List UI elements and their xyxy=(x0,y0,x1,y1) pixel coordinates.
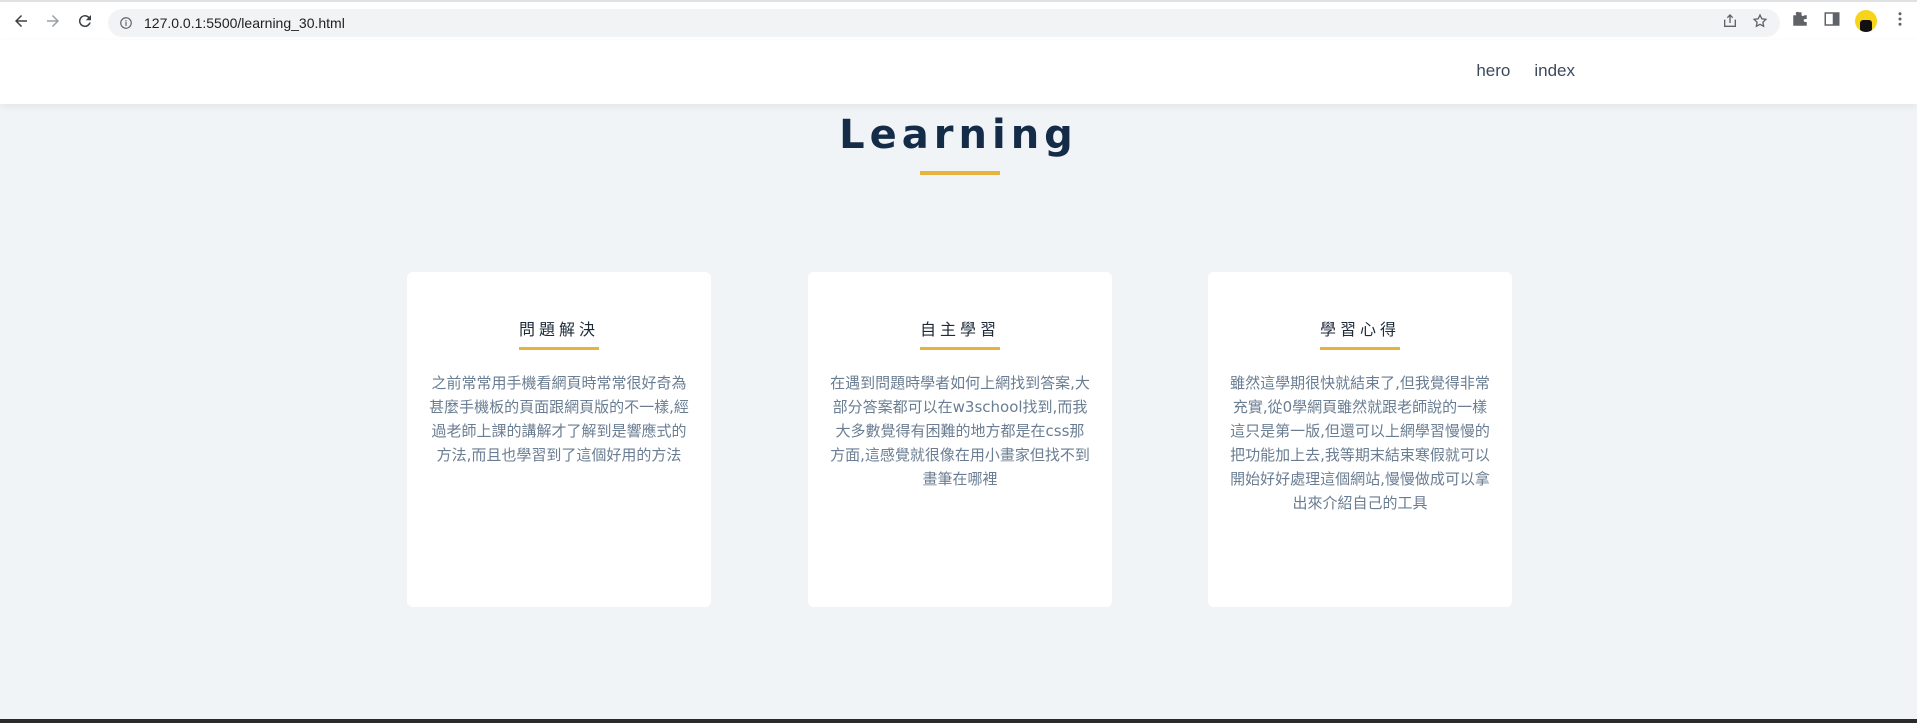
back-arrow-icon[interactable] xyxy=(6,6,36,36)
bottom-border xyxy=(0,719,1917,723)
nav-link-index[interactable]: index xyxy=(1534,61,1575,81)
section-title: Learning xyxy=(839,112,1078,158)
card-title: 學習心得 xyxy=(1319,320,1400,339)
learning-card: 學習心得 雖然這學期很快就結束了,但我覺得非常充實,從0學網頁雖然就跟老師說的一… xyxy=(1208,272,1512,607)
reload-icon[interactable] xyxy=(70,6,100,36)
url-text[interactable]: 127.0.0.1:5500/learning_30.html xyxy=(144,15,345,31)
card-underline xyxy=(519,347,599,350)
learning-card: 自主學習 在遇到問題時學者如何上網找到答案,大部分答案都可以在w3school找… xyxy=(808,272,1112,607)
card-text: 在遇到問題時學者如何上網找到答案,大部分答案都可以在w3school找到,而我大… xyxy=(830,374,1090,488)
forward-arrow-icon[interactable] xyxy=(38,6,68,36)
site-info-icon[interactable] xyxy=(112,9,140,37)
card-title: 問題解決 xyxy=(518,320,599,339)
card-text: 雖然這學期很快就結束了,但我覺得非常充實,從0學網頁雖然就跟老師說的一樣這只是第… xyxy=(1230,374,1490,512)
card-text: 之前常常用手機看網頁時常常很好奇為甚麼手機板的頁面跟網頁版的不一樣,經過老師上課… xyxy=(429,374,689,464)
card-title: 自主學習 xyxy=(919,320,1000,339)
address-bar[interactable]: 127.0.0.1:5500/learning_30.html xyxy=(108,9,1780,37)
nav-link-hero[interactable]: hero xyxy=(1476,61,1510,81)
more-menu-icon[interactable] xyxy=(1891,10,1909,32)
browser-toolbar: 127.0.0.1:5500/learning_30.html xyxy=(0,0,1917,40)
main-nav: hero index xyxy=(1476,61,1575,81)
title-underline xyxy=(920,171,1000,175)
extensions-puzzle-icon[interactable] xyxy=(1791,10,1809,32)
card-underline xyxy=(920,347,1000,350)
site-header: hero index xyxy=(0,40,1917,104)
profile-avatar[interactable] xyxy=(1855,10,1877,32)
share-icon[interactable] xyxy=(1722,13,1738,33)
learning-card: 問題解決 之前常常用手機看網頁時常常很好奇為甚麼手機板的頁面跟網頁版的不一樣,經… xyxy=(407,272,711,607)
card-underline xyxy=(1320,347,1400,350)
side-panel-icon[interactable] xyxy=(1823,10,1841,32)
bookmark-star-icon[interactable] xyxy=(1752,13,1768,33)
